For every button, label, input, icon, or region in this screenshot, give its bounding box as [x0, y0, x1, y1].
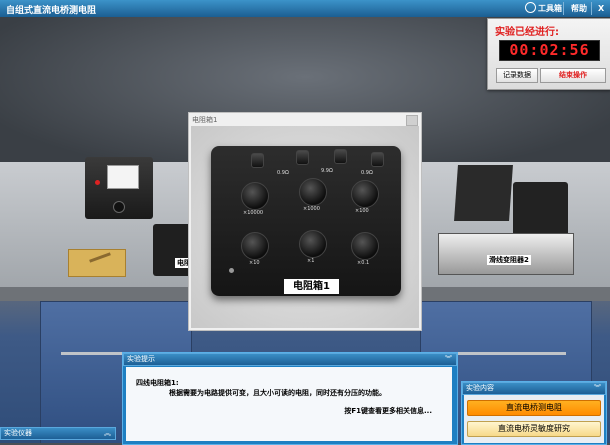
galvanometer-knob[interactable] — [113, 201, 125, 213]
scale-label: ×100 — [355, 208, 369, 214]
power-supply-box[interactable] — [454, 165, 513, 221]
knob-x1000[interactable] — [299, 178, 327, 206]
timer-panel: 实验已经进行: 00:02:56 记录数据 结束操作 — [487, 18, 610, 90]
scale-label: ×1 — [307, 258, 315, 264]
instruments-panel-header[interactable]: 实验仪器 ︽ — [0, 427, 116, 440]
resistor-box-view: 0.9Ω 9.9Ω 0.9Ω ×10000 ×1000 ×100 ×10 ×1 … — [191, 126, 419, 328]
scale-label: ×1000 — [303, 206, 320, 212]
galvanometer[interactable] — [85, 157, 153, 219]
chevron-down-icon[interactable]: ︾ — [594, 383, 601, 394]
galvanometer-dial — [107, 165, 139, 189]
scale-label: 0.9Ω — [277, 170, 289, 176]
content-item-bridge-resistance[interactable]: 直流电桥测电阻 — [467, 400, 601, 416]
content-item-bridge-sensitivity[interactable]: 直流电桥灵敏度研究 — [467, 421, 601, 437]
toolbox-icon — [525, 2, 536, 13]
timer-label: 实验已经进行: — [495, 27, 559, 38]
drawer-handle — [446, 352, 566, 355]
scale-label: 9.9Ω — [321, 168, 333, 174]
slide-rheostat[interactable]: 滑线变阻器2 — [438, 233, 574, 275]
tips-description: 根据需要为电路提供可变，且大小可读的电阻，同时还有分压的功能。 — [169, 389, 386, 397]
resistor-box-body: 0.9Ω 9.9Ω 0.9Ω ×10000 ×1000 ×100 ×10 ×1 … — [211, 146, 401, 296]
toolbox-label: 工具箱 — [538, 4, 562, 13]
end-operation-button[interactable]: 结束操作 — [540, 68, 606, 83]
resistor-box-label: 电阻箱1 — [284, 279, 339, 294]
content-title: 实验内容 — [466, 384, 494, 392]
divider — [563, 2, 564, 15]
close-button[interactable]: X — [595, 2, 607, 15]
chevron-up-icon[interactable]: ︽ — [104, 428, 111, 439]
rheostat-label: 滑线变阻器2 — [487, 255, 531, 265]
switch-key[interactable] — [68, 249, 126, 277]
popup-close-button[interactable] — [406, 115, 418, 126]
tips-body: 四线电阻箱1: 根据需要为电路提供可变，且大小可读的电阻，同时还有分压的功能。 … — [126, 367, 452, 441]
knob-x10[interactable] — [241, 232, 269, 260]
terminal-knob[interactable] — [251, 153, 264, 168]
terminal-knob[interactable] — [334, 149, 347, 164]
tips-help-hint: 按F1键查看更多相关信息... — [344, 407, 432, 415]
timer-display: 00:02:56 — [499, 40, 600, 61]
resistor-box-popup[interactable]: 电阻箱1 0.9Ω 9.9Ω 0.9Ω ×10000 ×1000 ×100 ×1… — [188, 112, 422, 331]
scale-label: ×10 — [249, 260, 260, 266]
scale-label: ×10000 — [243, 210, 264, 216]
toolbox-button[interactable]: 工具箱 — [522, 2, 565, 15]
scale-label: ×0.1 — [357, 260, 370, 266]
tips-header[interactable]: 实验提示 ︾ — [123, 353, 457, 366]
divider — [591, 2, 592, 15]
indicator-dot — [229, 268, 234, 273]
popup-title: 电阻箱1 — [192, 116, 218, 124]
help-button[interactable]: 帮助 — [568, 2, 590, 15]
tips-device-name: 四线电阻箱1: — [136, 379, 179, 387]
terminal-knob[interactable] — [296, 150, 309, 165]
switch-lever — [89, 252, 111, 263]
red-terminal-icon[interactable] — [95, 180, 100, 185]
knob-x1[interactable] — [299, 230, 327, 258]
tips-title: 实验提示 — [127, 355, 155, 363]
record-data-button[interactable]: 记录数据 — [496, 68, 538, 83]
experiment-tips-panel: 实验提示 ︾ 四线电阻箱1: 根据需要为电路提供可变，且大小可读的电阻，同时还有… — [122, 352, 458, 445]
content-header[interactable]: 实验内容 ︾ — [462, 382, 606, 395]
knob-x10000[interactable] — [241, 182, 269, 210]
knob-x0.1[interactable] — [351, 232, 379, 260]
content-body: 直流电桥测电阻 直流电桥灵敏度研究 — [464, 395, 604, 443]
terminal-knob[interactable] — [371, 152, 384, 167]
app-title: 自组式直流电桥测电阻 — [6, 6, 97, 16]
chevron-down-icon[interactable]: ︾ — [445, 354, 452, 365]
knob-x100[interactable] — [351, 180, 379, 208]
instruments-title: 实验仪器 — [4, 429, 32, 437]
title-bar: 自组式直流电桥测电阻 工具箱 帮助 X — [0, 0, 610, 17]
scale-label: 0.9Ω — [361, 170, 373, 176]
experiment-content-panel: 实验内容 ︾ 直流电桥测电阻 直流电桥灵敏度研究 — [461, 381, 607, 445]
